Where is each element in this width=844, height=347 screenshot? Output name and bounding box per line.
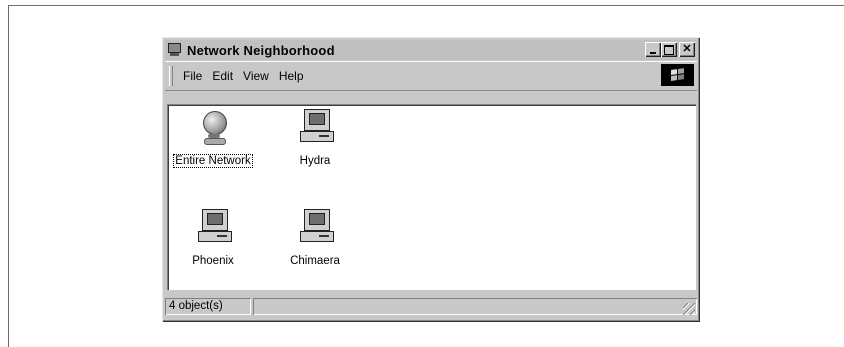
- computer-icon: [295, 209, 335, 249]
- item-entire-network[interactable]: Entire Network: [163, 109, 263, 169]
- menu-bar: File Edit View Help: [165, 61, 697, 91]
- computer-icon: [193, 209, 233, 249]
- network-neighborhood-window: Network Neighborhood ✕ File Edit View He…: [162, 37, 700, 322]
- computer-icon: [295, 109, 335, 149]
- item-label: Phoenix: [192, 255, 234, 267]
- figure-border-left: [8, 5, 9, 347]
- status-bar: 4 object(s): [165, 295, 697, 317]
- windows-flag-icon: [670, 68, 685, 82]
- title-bar[interactable]: Network Neighborhood ✕: [165, 40, 697, 60]
- windows-logo: [661, 64, 694, 86]
- menu-grip[interactable]: [169, 66, 173, 86]
- item-label: Chimaera: [290, 255, 340, 267]
- minimize-icon: [650, 52, 656, 54]
- item-label: Entire Network: [173, 154, 253, 168]
- item-hydra[interactable]: Hydra: [265, 109, 365, 169]
- window-title: Network Neighborhood: [187, 42, 335, 58]
- menu-file[interactable]: File: [183, 69, 202, 83]
- menu-view[interactable]: View: [243, 69, 269, 83]
- close-icon: ✕: [682, 43, 692, 55]
- status-object-count: 4 object(s): [165, 298, 251, 315]
- status-panel: [253, 298, 697, 315]
- window-controls: ✕: [645, 42, 695, 57]
- globe-icon: [193, 109, 233, 149]
- maximize-icon: [664, 44, 674, 55]
- menu-help[interactable]: Help: [279, 69, 304, 83]
- maximize-button[interactable]: [661, 42, 677, 57]
- resize-grip-icon[interactable]: [683, 303, 695, 315]
- file-view: Entire Network Hydra Phoenix Chimaera: [167, 104, 696, 290]
- item-label: Hydra: [299, 155, 331, 167]
- close-button[interactable]: ✕: [679, 42, 695, 57]
- item-chimaera[interactable]: Chimaera: [265, 209, 365, 269]
- item-phoenix[interactable]: Phoenix: [163, 209, 263, 269]
- menu-edit[interactable]: Edit: [212, 69, 233, 83]
- figure-border-top: [8, 5, 844, 6]
- network-neighborhood-icon[interactable]: [167, 43, 183, 57]
- minimize-button[interactable]: [645, 42, 661, 57]
